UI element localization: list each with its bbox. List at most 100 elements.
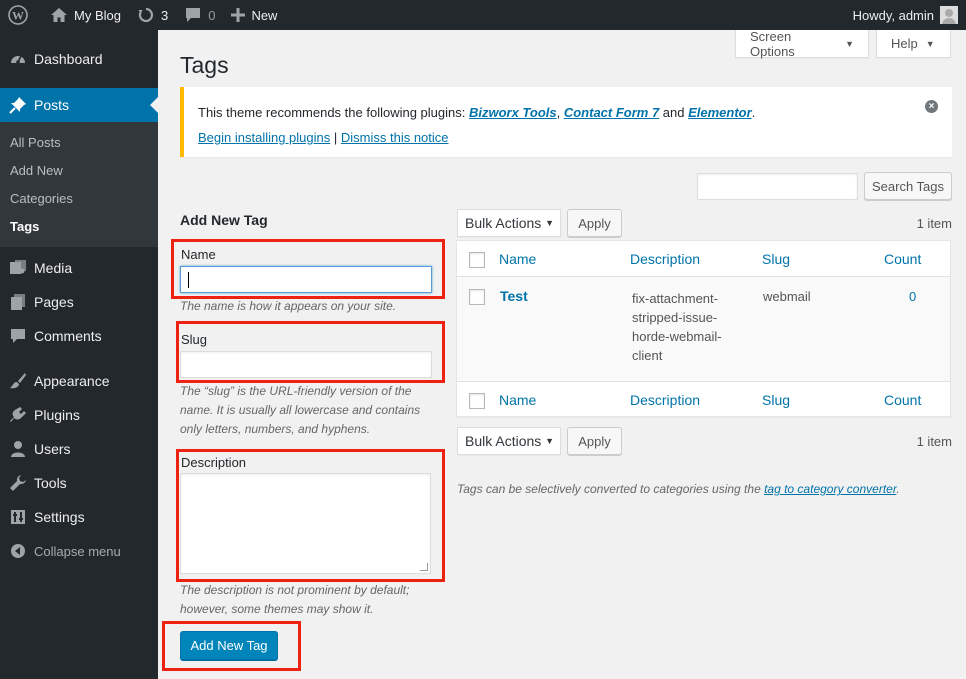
row-checkbox[interactable] — [469, 289, 485, 305]
submenu-all-posts[interactable]: All Posts — [0, 129, 158, 157]
items-count-bottom: 1 item — [916, 434, 952, 449]
tag-slug: webmail — [763, 289, 811, 304]
apply-button-bottom[interactable]: Apply — [567, 427, 622, 455]
sidebar-item-posts[interactable]: Posts — [0, 88, 158, 122]
tags-table: Name Description Slug Count Test fix-att… — [456, 240, 951, 417]
submenu-tags[interactable]: Tags — [0, 213, 158, 241]
plugin-notice: This theme recommends the following plug… — [180, 87, 952, 157]
bulk-actions-select-top[interactable]: Bulk Actions ▼ — [457, 209, 561, 237]
column-footer-count[interactable]: Count — [884, 392, 921, 408]
plugin-link-bizworx[interactable]: Bizworx Tools — [469, 105, 557, 120]
admin-bar: W My Blog 3 0 New Howdy, admin — [0, 0, 966, 30]
avatar — [940, 6, 958, 24]
plus-icon — [231, 8, 246, 22]
bulk-actions-select-bottom[interactable]: Bulk Actions ▼ — [457, 427, 561, 455]
search-tags-button[interactable]: Search Tags — [864, 172, 952, 200]
comment-bubble-icon — [186, 8, 201, 22]
sidebar-label-settings: Settings — [34, 509, 85, 525]
name-help: The name is how it appears on your site. — [180, 299, 397, 313]
notice-pipe: | — [330, 130, 341, 145]
comments-count: 0 — [208, 7, 216, 23]
site-name-link[interactable]: My Blog — [42, 0, 129, 30]
wrench-icon — [8, 473, 28, 493]
updates-link[interactable]: 3 — [129, 0, 176, 30]
tag-description-line: fix-attachment- — [632, 291, 718, 306]
triangle-down-icon: ▼ — [845, 38, 854, 49]
sidebar-item-users[interactable]: Users — [0, 432, 158, 466]
paintbrush-icon — [8, 371, 28, 391]
account-menu[interactable]: Howdy, admin — [853, 6, 966, 24]
begin-installing-link[interactable]: Begin installing plugins — [198, 130, 330, 145]
column-header-name[interactable]: Name — [499, 251, 536, 267]
tag-converter-link[interactable]: tag to category converter — [764, 482, 896, 496]
screen-options-label: Screen Options — [750, 28, 795, 59]
chevron-down-icon: ▼ — [545, 436, 554, 446]
notice-end: . — [751, 105, 756, 120]
add-new-tag-button[interactable]: Add New Tag — [180, 631, 278, 660]
sidebar-label-media: Media — [34, 260, 73, 276]
sidebar-item-settings[interactable]: Settings — [0, 500, 158, 534]
dismiss-notice-link[interactable]: Dismiss this notice — [341, 130, 449, 145]
slug-label: Slug — [181, 332, 208, 347]
dashboard-icon — [8, 49, 28, 69]
sidebar-item-plugins[interactable]: Plugins — [0, 398, 158, 432]
converter-note-end: . — [896, 482, 900, 496]
column-footer-description[interactable]: Description — [630, 392, 700, 408]
tag-count-link[interactable]: 0 — [909, 289, 916, 304]
triangle-down-icon: ▼ — [925, 38, 935, 49]
settings-icon — [8, 507, 28, 527]
submenu-categories[interactable]: Categories — [0, 185, 158, 213]
plugin-link-contact-form[interactable]: Contact Form 7 — [564, 105, 659, 120]
admin-sidebar: Dashboard Posts All Posts Add New Catego… — [0, 30, 158, 679]
description-textarea[interactable] — [180, 473, 431, 574]
sidebar-label-collapse: Collapse menu — [34, 543, 121, 559]
tag-description-line: stripped-issue- — [632, 310, 718, 325]
column-header-description[interactable]: Description — [630, 251, 700, 267]
tag-name-link[interactable]: Test — [500, 288, 528, 304]
bulk-actions-label: Bulk Actions — [465, 433, 542, 449]
sidebar-item-media[interactable]: Media — [0, 251, 158, 285]
sidebar-item-pages[interactable]: Pages — [0, 285, 158, 319]
column-header-slug[interactable]: Slug — [762, 251, 790, 267]
posts-submenu: All Posts Add New Categories Tags — [0, 122, 158, 247]
help-button[interactable]: Help ▼ — [876, 30, 951, 58]
sidebar-label-users: Users — [34, 441, 71, 457]
new-label: New — [251, 7, 278, 23]
add-new-tag-heading: Add New Tag — [180, 212, 268, 228]
submenu-add-new[interactable]: Add New — [0, 157, 158, 185]
plugin-link-elementor[interactable]: Elementor — [688, 105, 752, 120]
description-help: The description is not prominent by defa… — [180, 583, 410, 616]
select-all-checkbox-footer[interactable] — [469, 393, 485, 409]
tag-description-line: horde-webmail- — [632, 329, 722, 344]
column-footer-slug[interactable]: Slug — [762, 392, 790, 408]
name-field[interactable] — [180, 266, 432, 293]
text-caret — [188, 272, 189, 288]
table-header-row: Name Description Slug Count — [457, 241, 950, 277]
slug-field[interactable] — [180, 351, 432, 378]
screen-options-button[interactable]: Screen Options ▼ — [735, 28, 869, 59]
notice-intro: This theme recommends the following plug… — [198, 105, 469, 120]
apply-button-top[interactable]: Apply — [567, 209, 622, 237]
collapse-menu-button[interactable]: Collapse menu — [0, 534, 158, 568]
sidebar-item-tools[interactable]: Tools — [0, 466, 158, 500]
column-footer-name[interactable]: Name — [499, 392, 536, 408]
sidebar-item-dashboard[interactable]: Dashboard — [0, 42, 158, 76]
notice-sep: , — [556, 105, 564, 120]
search-input[interactable] — [697, 173, 858, 200]
name-label: Name — [181, 247, 216, 262]
sidebar-label-comments: Comments — [34, 328, 102, 344]
column-header-count[interactable]: Count — [884, 251, 921, 267]
sidebar-label-tools: Tools — [34, 475, 67, 491]
comments-icon — [8, 326, 28, 346]
resize-handle-icon[interactable] — [420, 563, 428, 571]
select-all-checkbox[interactable] — [469, 252, 485, 268]
items-count-top: 1 item — [916, 216, 952, 231]
home-icon — [51, 8, 67, 22]
wordpress-logo-icon[interactable]: W — [0, 0, 42, 30]
sidebar-item-appearance[interactable]: Appearance — [0, 364, 158, 398]
new-content-link[interactable]: New — [223, 0, 285, 30]
sidebar-item-comments[interactable]: Comments — [0, 319, 158, 353]
close-icon[interactable]: × — [925, 100, 938, 113]
updates-icon — [138, 7, 154, 23]
comments-link[interactable]: 0 — [176, 0, 223, 30]
